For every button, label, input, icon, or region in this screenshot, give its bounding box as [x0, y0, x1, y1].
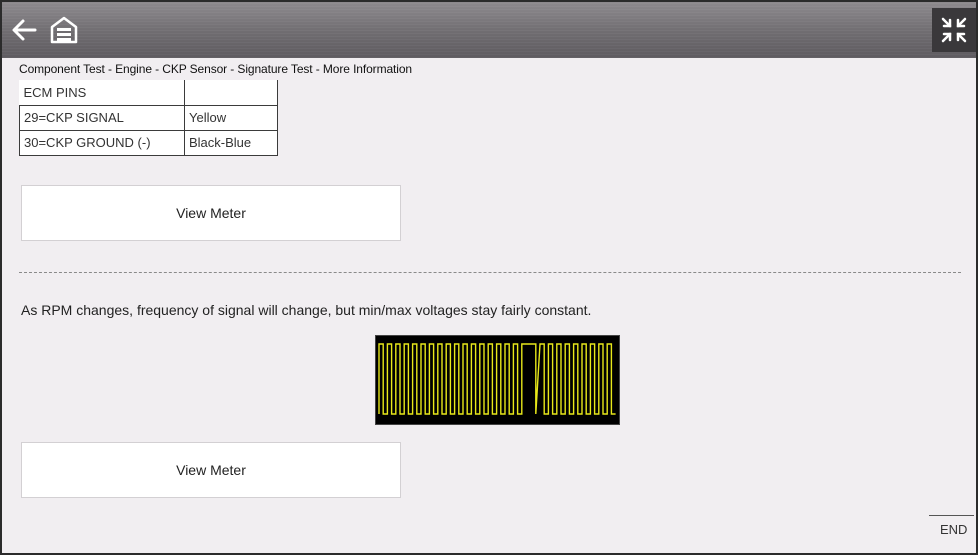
- breadcrumb: Component Test - Engine - CKP Sensor - S…: [19, 62, 412, 76]
- table-cell-pin: 29=CKP SIGNAL: [19, 104, 185, 131]
- table-cell-pin: 30=CKP GROUND (-): [19, 129, 185, 156]
- home-button[interactable]: [46, 12, 82, 48]
- table-cell-color: Black-Blue: [184, 129, 278, 156]
- waveform-trace: [378, 343, 616, 415]
- info-text: As RPM changes, frequency of signal will…: [21, 302, 592, 318]
- screen-frame: Component Test - Engine - CKP Sensor - S…: [0, 0, 978, 555]
- back-arrow-icon: [12, 19, 37, 41]
- end-label: END: [940, 522, 968, 537]
- back-button[interactable]: [6, 12, 42, 48]
- table-cell-color: Yellow: [184, 104, 278, 131]
- exit-fullscreen-icon: [941, 17, 967, 43]
- exit-fullscreen-button[interactable]: [932, 8, 976, 52]
- toolbar-texture: [2, 2, 976, 58]
- top-toolbar: [2, 2, 976, 58]
- table-header-cell: [184, 80, 278, 106]
- end-rule: [929, 515, 974, 516]
- table-row: 29=CKP SIGNAL Yellow: [19, 104, 278, 131]
- view-meter-button[interactable]: View Meter: [21, 185, 401, 241]
- home-garage-icon: [50, 16, 78, 44]
- table-row: 30=CKP GROUND (-) Black-Blue: [19, 129, 278, 156]
- view-meter-button[interactable]: View Meter: [21, 442, 401, 498]
- table-header-row: ECM PINS: [19, 80, 278, 106]
- table-header-cell: ECM PINS: [19, 80, 185, 106]
- ecm-pins-table: ECM PINS 29=CKP SIGNAL Yellow 30=CKP GRO…: [19, 80, 278, 156]
- waveform-image: [375, 335, 620, 425]
- section-divider: [19, 272, 961, 273]
- waveform-line: [378, 343, 616, 415]
